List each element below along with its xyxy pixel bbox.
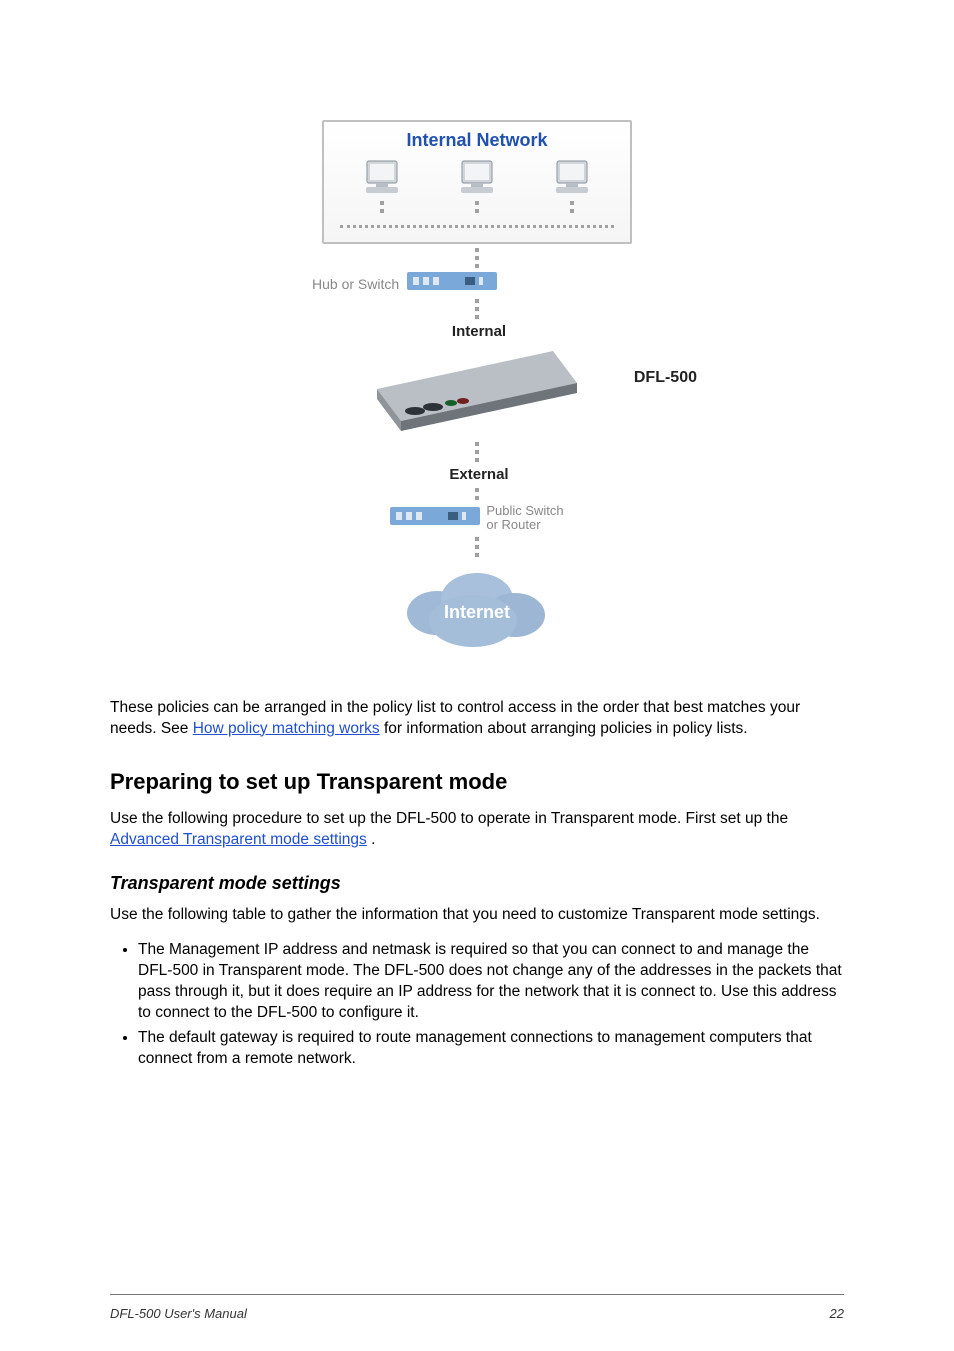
network-bus-line (340, 225, 614, 228)
computer-icon (362, 159, 402, 195)
connector-line (322, 486, 632, 502)
public-switch-row: Public Switch or Router (322, 504, 632, 533)
public-switch-icon (390, 507, 480, 530)
internet-cloud-label: Internet (444, 602, 510, 622)
hub-switch-icon (407, 272, 497, 295)
footer-doc-title: DFL-500 User's Manual (110, 1306, 247, 1321)
device-model-label: DFL-500 (634, 369, 697, 387)
external-port-label-row: External (322, 466, 632, 484)
page-footer: DFL-500 User's Manual 22 (110, 1306, 844, 1321)
paragraph: Use the following procedure to set up th… (110, 809, 844, 851)
subheading-transparent-settings: Transparent mode settings (110, 871, 844, 895)
hub-switch-label: Hub or Switch (312, 276, 399, 292)
public-switch-label: Public Switch or Router (486, 504, 563, 533)
connector-line (322, 246, 632, 270)
external-port-label: External (449, 466, 508, 483)
internal-network-box: Internal Network (322, 120, 632, 244)
network-diagram: Internal Network (322, 120, 632, 658)
document-body: These policies can be arranged in the po… (110, 698, 844, 1070)
internal-port-label: Internal (452, 323, 506, 340)
firewall-device-icon (367, 341, 587, 433)
internal-network-title: Internal Network (334, 130, 620, 151)
link-policy-matching[interactable]: How policy matching works (193, 720, 380, 737)
internal-port-label-row: Internal (322, 323, 632, 341)
footer-page-number: 22 (830, 1306, 844, 1321)
heading-preparing: Preparing to set up Transparent mode (110, 767, 844, 797)
internet-cloud: Internet (322, 563, 632, 658)
connector-line (322, 297, 632, 321)
list-item: The default gateway is required to route… (138, 1028, 844, 1070)
link-advanced-settings[interactable]: Advanced Transparent mode settings (110, 831, 367, 848)
hub-switch-row: Hub or Switch (312, 272, 632, 295)
computers-row (334, 159, 620, 195)
connector-line (322, 440, 632, 464)
paragraph: Use the following table to gather the in… (110, 905, 844, 926)
footer-separator (110, 1294, 844, 1295)
list-item: The Management IP address and netmask is… (138, 940, 844, 1024)
computer-icon (457, 159, 497, 195)
bullet-list: The Management IP address and netmask is… (138, 940, 844, 1070)
connector-line (322, 535, 632, 559)
firewall-device: DFL-500 (322, 341, 632, 438)
computer-icon (552, 159, 592, 195)
paragraph: These policies can be arranged in the po… (110, 698, 844, 740)
